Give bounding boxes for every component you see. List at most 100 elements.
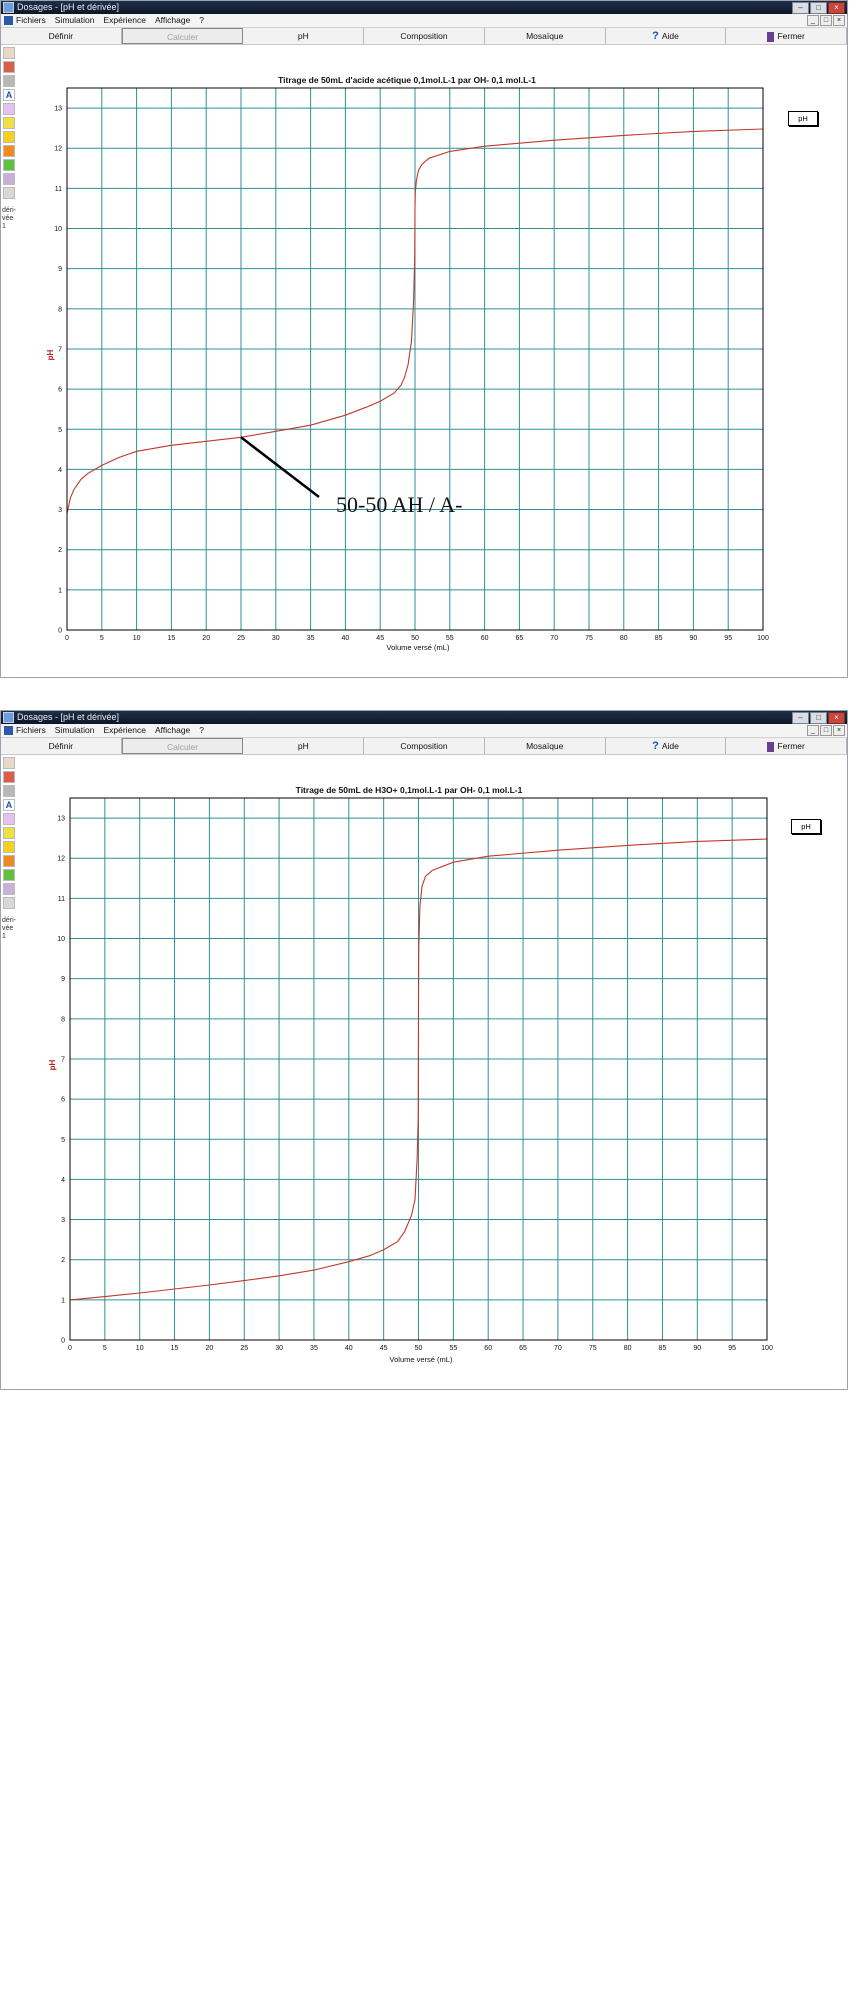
menu-affichage[interactable]: Affichage xyxy=(155,725,190,735)
x-tick-label: 30 xyxy=(272,635,280,642)
help-icon: ? xyxy=(652,30,659,42)
composition-button[interactable]: Composition xyxy=(364,28,485,44)
aide-button[interactable]: ? Aide xyxy=(606,738,727,754)
chart-icon[interactable] xyxy=(3,47,15,59)
chart-area: Titrage de 50mL de H3O+ 0,1mol.L-1 par O… xyxy=(48,785,773,1364)
x-tick-label: 45 xyxy=(376,635,384,642)
y-tick-label: 4 xyxy=(58,467,62,474)
annotation-label: 50-50 AH / A- xyxy=(336,492,463,517)
fermer-button[interactable]: Fermer xyxy=(726,28,848,44)
y-tick-label: 2 xyxy=(61,1257,65,1264)
calculer-button[interactable]: Calculer xyxy=(121,28,244,44)
menu-fichiers[interactable]: Fichiers xyxy=(16,15,46,25)
y-tick-label: 7 xyxy=(58,346,62,353)
x-tick-label: 40 xyxy=(345,1345,353,1352)
mdi-restore-button[interactable]: □ xyxy=(820,15,832,26)
title-bar[interactable]: Dosages - [pH et dérivée] – □ × xyxy=(1,711,847,724)
x-tick-label: 45 xyxy=(380,1345,388,1352)
x-tick-label: 50 xyxy=(415,1345,423,1352)
y-tick-label: 8 xyxy=(58,306,62,313)
help-icon: ? xyxy=(652,740,659,752)
x-tick-label: 75 xyxy=(585,635,593,642)
ticks: 0 5 10 15 20 25 30 35 40 45 50 55 60 65 70 75 80 85 90 95 10… xyxy=(57,816,773,1352)
ph-button[interactable]: pH xyxy=(243,738,365,754)
close-button[interactable]: × xyxy=(828,2,845,14)
x-tick-label: 55 xyxy=(446,635,454,642)
x-tick-label: 80 xyxy=(620,635,628,642)
x-tick-label: 5 xyxy=(103,1345,107,1352)
x-tick-label: 30 xyxy=(275,1345,283,1352)
x-tick-label: 60 xyxy=(484,1345,492,1352)
fermer-button[interactable]: Fermer xyxy=(726,738,848,754)
menu-simulation[interactable]: Simulation xyxy=(55,15,95,25)
y-tick-label: 4 xyxy=(61,1177,65,1184)
x-tick-label: 90 xyxy=(693,1345,701,1352)
x-tick-label: 25 xyxy=(240,1345,248,1352)
x-tick-label: 80 xyxy=(624,1345,632,1352)
mdi-close-button[interactable]: × xyxy=(833,15,845,26)
annotation-line xyxy=(240,436,320,498)
x-tick-label: 20 xyxy=(206,1345,214,1352)
mdi-minimize-button[interactable]: _ xyxy=(807,15,819,26)
y-tick-label: 2 xyxy=(58,547,62,554)
menu-bar: Fichiers Simulation Expérience Affichage? _… xyxy=(1,14,847,28)
maximize-button[interactable]: □ xyxy=(810,2,827,14)
y-tick-label: 13 xyxy=(57,816,65,823)
x-tick-label: 15 xyxy=(171,1345,179,1352)
y-tick-label: 3 xyxy=(58,507,62,514)
x-tick-label: 60 xyxy=(481,635,489,642)
x-axis-label: Volume versé (mL) xyxy=(387,643,450,652)
composition-button[interactable]: Composition xyxy=(364,738,485,754)
y-tick-label: 9 xyxy=(58,266,62,273)
menu-experience[interactable]: Expérience xyxy=(103,725,146,735)
y-tick-label: 0 xyxy=(61,1338,65,1345)
y-axis-label: pH xyxy=(48,1059,57,1070)
y-tick-label: 1 xyxy=(61,1297,65,1304)
chart-title: Titrage de 50mL de H3O+ 0,1mol.L-1 par O… xyxy=(296,785,523,795)
close-button[interactable]: × xyxy=(828,712,845,724)
exit-door-icon xyxy=(767,741,775,752)
y-tick-label: 12 xyxy=(54,146,62,153)
x-tick-label: 65 xyxy=(519,1345,527,1352)
fermer-label: Fermer xyxy=(777,741,805,751)
mdi-minimize-button[interactable]: _ xyxy=(807,725,819,736)
minimize-button[interactable]: – xyxy=(792,2,809,14)
x-tick-label: 50 xyxy=(411,635,419,642)
mosaique-button[interactable]: Mosaïque xyxy=(485,738,606,754)
menu-help[interactable]: ? xyxy=(199,15,204,25)
x-tick-label: 25 xyxy=(237,635,245,642)
chart-icon[interactable] xyxy=(3,757,15,769)
x-tick-label: 100 xyxy=(757,635,769,642)
definir-button[interactable]: Définir xyxy=(1,28,122,44)
mosaique-button[interactable]: Mosaïque xyxy=(485,28,606,44)
y-axis-label: pH xyxy=(46,349,55,360)
y-tick-label: 5 xyxy=(61,1137,65,1144)
menu-affichage[interactable]: Affichage xyxy=(155,15,190,25)
x-tick-label: 85 xyxy=(659,1345,667,1352)
menu-help[interactable]: ? xyxy=(199,725,204,735)
menu-app-icon xyxy=(4,16,13,25)
title-bar[interactable]: Dosages - [pH et dérivée] – □ × xyxy=(1,1,847,14)
menu-fichiers[interactable]: Fichiers xyxy=(16,725,46,735)
x-tick-label: 10 xyxy=(136,1345,144,1352)
aide-label: Aide xyxy=(661,741,679,751)
window-1: Dosages - [pH et dérivée] – □ × Fichiers… xyxy=(0,0,848,678)
y-tick-label: 3 xyxy=(61,1217,65,1224)
aide-button[interactable]: ? Aide xyxy=(606,28,727,44)
fermer-label: Fermer xyxy=(777,31,805,41)
x-tick-label: 100 xyxy=(761,1345,773,1352)
x-tick-label: 15 xyxy=(168,635,176,642)
definir-button[interactable]: Définir xyxy=(1,738,122,754)
x-tick-label: 65 xyxy=(516,635,524,642)
ph-button[interactable]: pH xyxy=(243,28,365,44)
menu-bar: Fichiers Simulation Expérience Affichage? _… xyxy=(1,724,847,738)
x-tick-label: 70 xyxy=(554,1345,562,1352)
menu-simulation[interactable]: Simulation xyxy=(55,725,95,735)
mdi-close-button[interactable]: × xyxy=(833,725,845,736)
minimize-button[interactable]: – xyxy=(792,712,809,724)
toolbar: Définir Calculer pH Composition Mosaïque… xyxy=(1,738,848,755)
mdi-restore-button[interactable]: □ xyxy=(820,725,832,736)
menu-experience[interactable]: Expérience xyxy=(103,15,146,25)
calculer-button[interactable]: Calculer xyxy=(121,738,244,754)
maximize-button[interactable]: □ xyxy=(810,712,827,724)
